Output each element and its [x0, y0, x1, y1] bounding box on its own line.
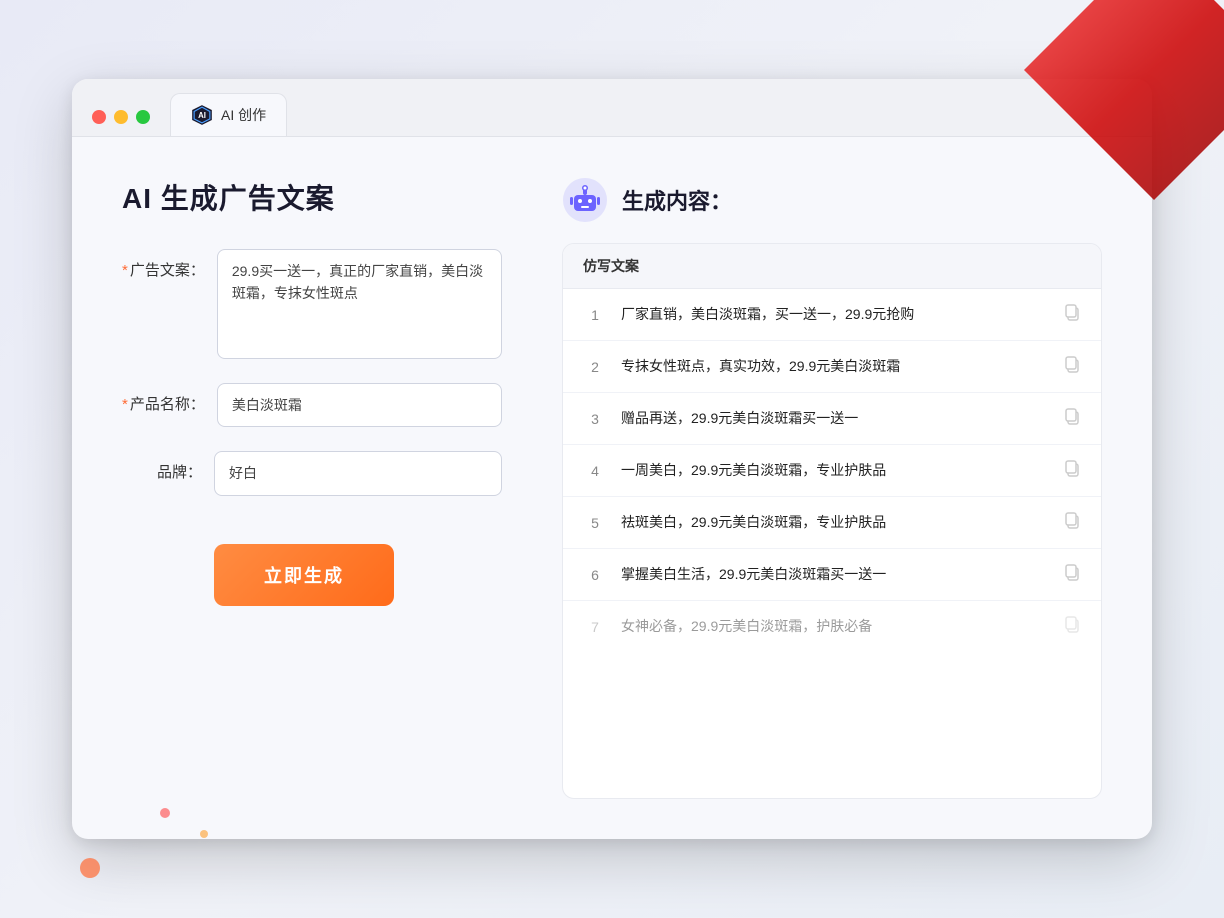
table-row: 2 专抹女性斑点，真实功效，29.9元美白淡斑霜: [563, 341, 1101, 393]
copy-icon[interactable]: [1063, 459, 1081, 482]
left-panel: AI 生成广告文案 *广告文案： 29.9买一送一，真正的厂家直销，美白淡斑霜，…: [122, 177, 502, 799]
robot-icon: [562, 177, 608, 223]
results-header: 生成内容：: [562, 177, 1102, 223]
browser-window: AI AI 创作 AI 生成广告文案 *广告文案： 29.9买一送一，真正的厂家…: [72, 79, 1152, 839]
browser-content: AI 生成广告文案 *广告文案： 29.9买一送一，真正的厂家直销，美白淡斑霜，…: [72, 137, 1152, 839]
generate-button[interactable]: 立即生成: [214, 544, 394, 606]
copy-icon[interactable]: [1063, 615, 1081, 638]
brand-label: 品牌：: [122, 451, 202, 482]
table-row: 3 赠品再送，29.9元美白淡斑霜买一送一: [563, 393, 1101, 445]
ai-logo-icon: AI: [191, 104, 213, 126]
ad-copy-required: *: [122, 262, 128, 279]
svg-text:AI: AI: [198, 111, 206, 120]
brand-input[interactable]: 好白: [214, 451, 502, 495]
result-text: 专抹女性斑点，真实功效，29.9元美白淡斑霜: [621, 356, 1049, 377]
results-container: 1 厂家直销，美白淡斑霜，买一送一，29.9元抢购 2 专抹女性斑点，真实功效，29…: [563, 289, 1101, 652]
traffic-light-minimize[interactable]: [114, 110, 128, 124]
page-title: AI 生成广告文案: [122, 177, 502, 217]
result-number: 2: [583, 359, 607, 375]
results-title: 生成内容：: [622, 184, 732, 216]
table-row: 4 一周美白，29.9元美白淡斑霜，专业护肤品: [563, 445, 1101, 497]
result-text: 赠品再送，29.9元美白淡斑霜买一送一: [621, 408, 1049, 429]
browser-tab[interactable]: AI AI 创作: [170, 93, 287, 136]
result-text: 祛斑美白，29.9元美白淡斑霜，专业护肤品: [621, 512, 1049, 533]
product-name-group: *产品名称： 美白淡斑霜: [122, 383, 502, 427]
table-row: 1 厂家直销，美白淡斑霜，买一送一，29.9元抢购: [563, 289, 1101, 341]
result-text: 女神必备，29.9元美白淡斑霜，护肤必备: [621, 616, 1049, 637]
copy-icon[interactable]: [1063, 407, 1081, 430]
result-number: 3: [583, 411, 607, 427]
traffic-light-maximize[interactable]: [136, 110, 150, 124]
right-panel: 生成内容： 仿写文案 1 厂家直销，美白淡斑霜，买一送一，29.9元抢购 2 专抹女…: [562, 177, 1102, 799]
result-text: 掌握美白生活，29.9元美白淡斑霜买一送一: [621, 564, 1049, 585]
ad-copy-label: *广告文案：: [122, 249, 205, 280]
ad-copy-input[interactable]: 29.9买一送一，真正的厂家直销，美白淡斑霜，专抹女性斑点: [217, 249, 502, 359]
result-number: 6: [583, 567, 607, 583]
ad-copy-group: *广告文案： 29.9买一送一，真正的厂家直销，美白淡斑霜，专抹女性斑点: [122, 249, 502, 359]
tab-title: AI 创作: [221, 105, 266, 125]
copy-icon[interactable]: [1063, 355, 1081, 378]
product-name-label: *产品名称：: [122, 383, 205, 414]
copy-icon[interactable]: [1063, 511, 1081, 534]
copy-icon[interactable]: [1063, 303, 1081, 326]
table-row: 7 女神必备，29.9元美白淡斑霜，护肤必备: [563, 601, 1101, 652]
result-text: 一周美白，29.9元美白淡斑霜，专业护肤品: [621, 460, 1049, 481]
result-number: 1: [583, 307, 607, 323]
result-number: 5: [583, 515, 607, 531]
result-number: 4: [583, 463, 607, 479]
table-row: 5 祛斑美白，29.9元美白淡斑霜，专业护肤品: [563, 497, 1101, 549]
brand-group: 品牌： 好白: [122, 451, 502, 495]
table-row: 6 掌握美白生活，29.9元美白淡斑霜买一送一: [563, 549, 1101, 601]
result-number: 7: [583, 619, 607, 635]
traffic-light-close[interactable]: [92, 110, 106, 124]
results-table: 仿写文案 1 厂家直销，美白淡斑霜，买一送一，29.9元抢购 2 专抹女性斑点，真实…: [562, 243, 1102, 799]
product-name-required: *: [122, 396, 128, 413]
product-name-input[interactable]: 美白淡斑霜: [217, 383, 502, 427]
browser-chrome: AI AI 创作: [72, 79, 1152, 137]
table-header: 仿写文案: [563, 244, 1101, 289]
traffic-lights: [92, 110, 150, 124]
copy-icon[interactable]: [1063, 563, 1081, 586]
result-text: 厂家直销，美白淡斑霜，买一送一，29.9元抢购: [621, 304, 1049, 325]
